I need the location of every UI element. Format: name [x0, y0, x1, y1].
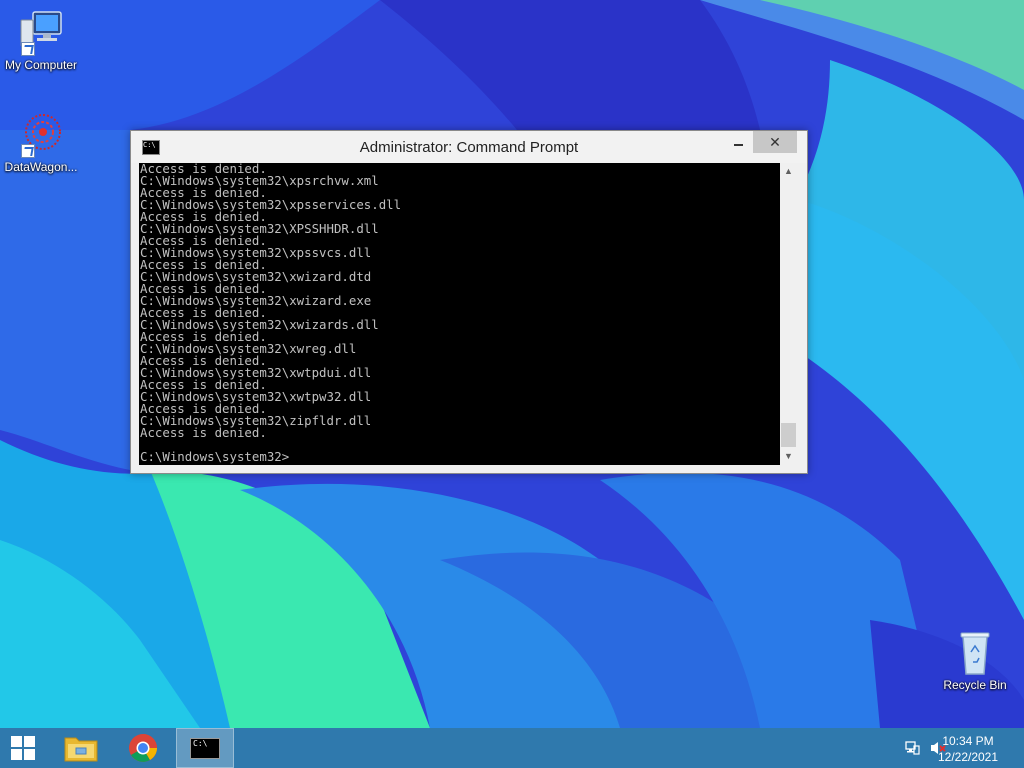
- window-title: Administrator: Command Prompt: [359, 139, 579, 156]
- taskbar-chrome[interactable]: [118, 728, 168, 768]
- desktop-icon-label: My Computer: [4, 58, 78, 72]
- cmd-icon-text: C:\: [193, 739, 208, 748]
- taskbar[interactable]: C:\ 10:34 PM 12/22/2021: [0, 728, 1024, 768]
- minimize-button[interactable]: [726, 131, 752, 153]
- scroll-down-button[interactable]: ▼: [780, 448, 797, 465]
- close-button[interactable]: ✕: [753, 131, 797, 153]
- desktop[interactable]: My Computer DataWagon... Recycle Bin C:\: [0, 0, 1024, 728]
- system-tray: 10:34 PM 12/22/2021: [884, 728, 1024, 768]
- scroll-up-button[interactable]: ▲: [780, 163, 797, 180]
- network-icon[interactable]: [904, 740, 920, 756]
- close-icon: ✕: [769, 134, 781, 150]
- start-button[interactable]: [0, 728, 48, 768]
- computer-icon: [17, 10, 65, 56]
- chevron-down-icon: ▼: [784, 451, 793, 461]
- minimize-icon: [734, 144, 743, 146]
- console-prompt[interactable]: C:\Windows\system32>: [140, 450, 289, 463]
- command-prompt-window[interactable]: C:\ Administrator: Command Prompt ✕ Acce…: [130, 130, 808, 474]
- desktop-icon-label: DataWagon...: [4, 160, 78, 174]
- desktop-icon-label: Recycle Bin: [943, 678, 1007, 692]
- taskbar-file-explorer[interactable]: [56, 728, 106, 768]
- desktop-icon-recycle-bin[interactable]: Recycle Bin: [934, 630, 1016, 692]
- shortcut-arrow-icon: [21, 144, 35, 158]
- cmd-taskbar-icon: C:\: [190, 738, 220, 759]
- vertical-scrollbar[interactable]: ▲ ▼: [780, 163, 797, 465]
- console-line: Access is denied.: [140, 425, 267, 440]
- recycle-bin-icon: [951, 630, 999, 676]
- scrollbar-thumb[interactable]: [781, 423, 796, 447]
- desktop-icon-datawagon[interactable]: DataWagon...: [0, 112, 82, 174]
- folder-icon: [64, 737, 98, 762]
- console-lines: Access is denied. C:\Windows\system32\xp…: [140, 163, 401, 439]
- clock-date[interactable]: 12/22/2021: [928, 750, 1008, 764]
- chrome-icon: [129, 734, 157, 762]
- shortcut-arrow-icon: [21, 42, 35, 56]
- window-titlebar[interactable]: C:\ Administrator: Command Prompt ✕: [131, 131, 807, 163]
- chevron-up-icon: ▲: [784, 166, 793, 176]
- desktop-icon-my-computer[interactable]: My Computer: [0, 10, 82, 72]
- datawagon-icon: [17, 112, 65, 158]
- taskbar-command-prompt[interactable]: C:\: [176, 728, 234, 768]
- clock-time[interactable]: 10:34 PM: [928, 734, 1008, 748]
- console-output[interactable]: Access is denied. C:\Windows\system32\xp…: [139, 163, 780, 465]
